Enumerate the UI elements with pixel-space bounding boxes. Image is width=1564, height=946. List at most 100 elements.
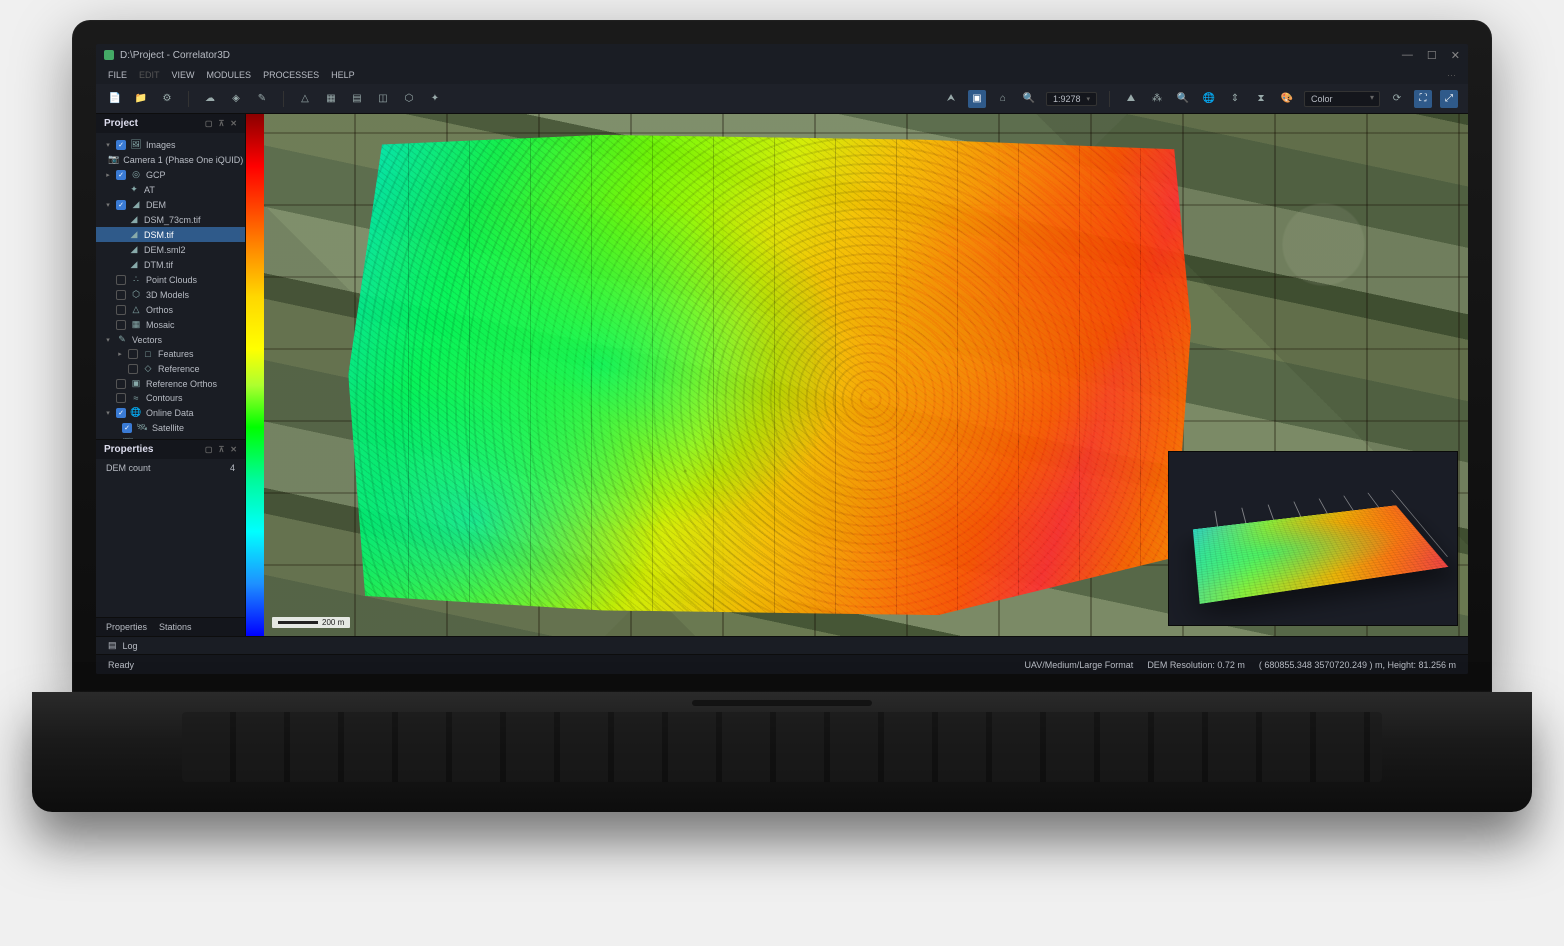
menu-processes[interactable]: PROCESSES — [263, 70, 319, 80]
features-icon: □ — [142, 349, 154, 359]
menu-overflow-icon[interactable]: ⋯ — [1447, 70, 1456, 81]
log-label: Log — [123, 641, 138, 651]
properties-header: Properties ▢ ⊼ ✕ — [96, 440, 245, 459]
export-up-icon[interactable]: △ — [296, 90, 314, 108]
properties-title: Properties — [104, 444, 153, 455]
tree-images[interactable]: ▾ ✓ 🖼 Images — [96, 137, 245, 152]
project-tree[interactable]: ▾ ✓ 🖼 Images 📷 Camera 1 (Phase One iQUID… — [96, 133, 245, 439]
magnify-icon[interactable]: 🔍 — [1174, 90, 1192, 108]
home-icon[interactable]: ⌂ — [994, 90, 1012, 108]
menu-edit[interactable]: EDIT — [139, 70, 160, 80]
tab-stations[interactable]: Stations — [159, 622, 192, 632]
tab-properties[interactable]: Properties — [106, 622, 147, 632]
tree-contours[interactable]: ≈ Contours — [96, 391, 245, 405]
layers-icon[interactable]: ◫ — [374, 90, 392, 108]
panel-dock-icon[interactable]: ▢ — [205, 119, 213, 128]
properties-panel: Properties ▢ ⊼ ✕ DEM count 4 — [96, 439, 245, 636]
tree-orthos[interactable]: △ Orthos — [96, 302, 245, 317]
view-2d-icon[interactable]: ▣ — [968, 90, 986, 108]
checkbox-icon[interactable] — [116, 379, 126, 389]
chevron-down-icon: ▾ — [1086, 95, 1090, 103]
globe-icon[interactable]: 🌐 — [1200, 90, 1218, 108]
app-icon — [104, 50, 114, 60]
tree-onlinedata[interactable]: ▾ ✓ 🌐 Online Data — [96, 405, 245, 420]
menu-file[interactable]: FILE — [108, 70, 127, 80]
expand-icon[interactable]: ⛶ — [1414, 90, 1432, 108]
close-button[interactable]: ✕ — [1451, 49, 1460, 62]
checkbox-icon[interactable]: ✓ — [116, 408, 126, 418]
tree-dtm[interactable]: ◢ DTM.tif — [96, 257, 245, 272]
refresh-icon[interactable]: ⟳ — [1388, 90, 1406, 108]
tree-dem[interactable]: ▾ ✓ ◢ DEM — [96, 197, 245, 212]
tree-pointclouds[interactable]: ∴ Point Clouds — [96, 272, 245, 287]
laptop-bezel: D:\Project - Correlator3D — ☐ ✕ FILE EDI… — [72, 20, 1492, 692]
tree-features[interactable]: ▸ □ Features — [96, 347, 245, 361]
scale-bar: 200 m — [272, 617, 350, 628]
panel-dock-icon[interactable]: ▢ — [205, 445, 213, 454]
tree-satellite[interactable]: ✓ 🛰 Satellite — [96, 420, 245, 435]
fullscreen-icon[interactable]: ⤢ — [1440, 90, 1458, 108]
app-window: D:\Project - Correlator3D — ☐ ✕ FILE EDI… — [96, 44, 1468, 674]
tree-at[interactable]: ✦ AT — [96, 182, 245, 197]
tree-3dmodels[interactable]: ⬡ 3D Models — [96, 287, 245, 302]
inset-3d-view[interactable] — [1168, 451, 1458, 626]
cube-icon[interactable]: ⬡ — [400, 90, 418, 108]
points-icon[interactable]: ⁂ — [1148, 90, 1166, 108]
open-folder-icon[interactable]: 📁 — [132, 90, 150, 108]
stretch-icon[interactable]: ⇕ — [1226, 90, 1244, 108]
tiles-icon[interactable]: ▤ — [348, 90, 366, 108]
triangulation-icon: ✦ — [128, 184, 140, 195]
menu-help[interactable]: HELP — [331, 70, 355, 80]
status-format: UAV/Medium/Large Format — [1024, 660, 1133, 670]
north-arrow-icon[interactable]: ⮝ — [942, 90, 960, 108]
tree-reforthos[interactable]: ▣ Reference Orthos — [96, 376, 245, 391]
checkbox-icon[interactable] — [116, 320, 126, 330]
laptop-base — [32, 692, 1532, 812]
settings-gear-icon[interactable]: ⚙ — [158, 90, 176, 108]
checkbox-icon[interactable] — [116, 290, 126, 300]
tree-mosaic[interactable]: ▦ Mosaic — [96, 317, 245, 332]
checkbox-icon[interactable] — [116, 275, 126, 285]
tree-reference[interactable]: ◇ Reference — [96, 361, 245, 376]
checkbox-icon[interactable]: ✓ — [116, 200, 126, 210]
tree-camera[interactable]: 📷 Camera 1 (Phase One iQUID) — [96, 152, 245, 167]
tools-icon[interactable]: ✦ — [426, 90, 444, 108]
cloud-upload-icon[interactable]: ☁ — [201, 90, 219, 108]
panel-pin-icon[interactable]: ⊼ — [218, 119, 224, 128]
checkbox-icon[interactable] — [128, 364, 138, 374]
properties-tabs: Properties Stations — [96, 617, 245, 636]
checkbox-icon[interactable]: ✓ — [122, 423, 132, 433]
hourglass-icon[interactable]: ⧗ — [1252, 90, 1270, 108]
checkbox-icon[interactable] — [128, 349, 138, 359]
new-project-icon[interactable]: 📄 — [106, 90, 124, 108]
status-ready: Ready — [108, 660, 134, 670]
tree-dsm73[interactable]: ◢ DSM_73cm.tif — [96, 212, 245, 227]
checkbox-icon[interactable] — [116, 305, 126, 315]
checkbox-icon[interactable]: ✓ — [116, 140, 126, 150]
zoom-icon[interactable]: 🔍 — [1020, 90, 1038, 108]
tree-vectors[interactable]: ▾ ✎ Vectors — [96, 332, 245, 347]
status-resolution: DEM Resolution: 0.72 m — [1147, 660, 1245, 670]
scale-input[interactable]: 1:9278 ▾ — [1046, 92, 1097, 106]
menu-modules[interactable]: MODULES — [207, 70, 252, 80]
color-mode-select[interactable]: Color — [1304, 91, 1380, 107]
menu-view[interactable]: VIEW — [172, 70, 195, 80]
process-icon[interactable]: ◈ — [227, 90, 245, 108]
maximize-button[interactable]: ☐ — [1427, 49, 1437, 62]
tree-dsmtif[interactable]: ◢ DSM.tif — [96, 227, 245, 242]
checkbox-icon[interactable] — [116, 393, 126, 403]
map-viewport[interactable]: 200 m — [264, 114, 1468, 636]
panel-close-icon[interactable]: ✕ — [230, 445, 237, 454]
palette-icon[interactable]: 🎨 — [1278, 90, 1296, 108]
tree-gcp[interactable]: ▸ ✓ ◎ GCP — [96, 167, 245, 182]
grid-icon[interactable]: ▦ — [322, 90, 340, 108]
images-icon: 🖼 — [130, 139, 142, 150]
checkbox-icon[interactable]: ✓ — [116, 170, 126, 180]
edit-pen-icon[interactable]: ✎ — [253, 90, 271, 108]
minimize-button[interactable]: — — [1402, 49, 1413, 62]
log-bar[interactable]: ▤ Log — [96, 636, 1468, 654]
panel-pin-icon[interactable]: ⊼ — [218, 445, 224, 454]
tree-demsml[interactable]: ◢ DEM.sml2 — [96, 242, 245, 257]
terrain-icon[interactable]: ⛰ — [1122, 90, 1140, 108]
panel-close-icon[interactable]: ✕ — [230, 119, 237, 128]
